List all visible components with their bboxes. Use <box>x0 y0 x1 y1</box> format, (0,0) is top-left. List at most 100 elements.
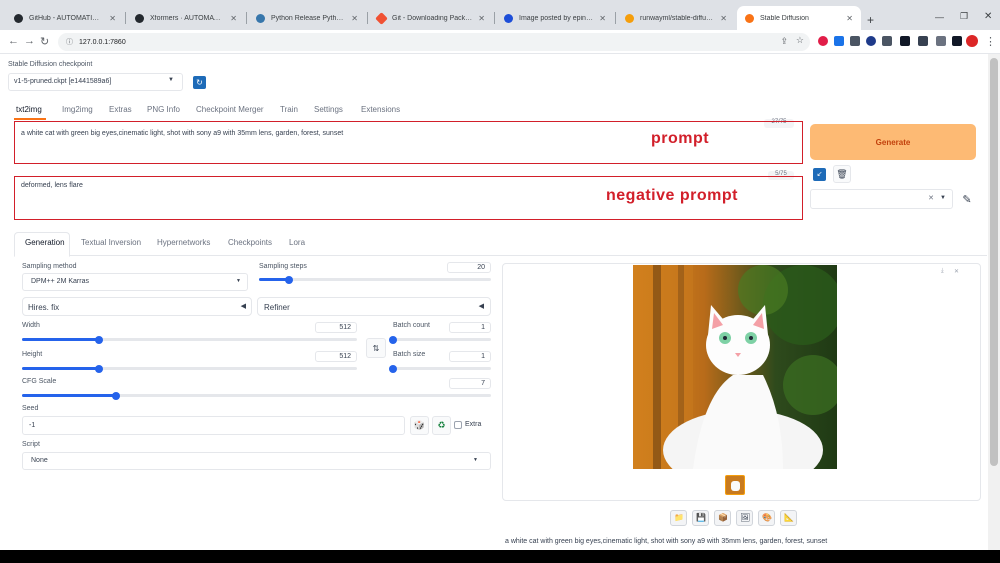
gallery-thumbnail[interactable] <box>725 475 745 495</box>
close-gallery-icon[interactable]: ✕ <box>954 268 959 275</box>
batch-count-input[interactable]: 1 <box>449 322 491 333</box>
sampling-method-select[interactable]: DPM++ 2M Karras ▼ <box>22 273 248 291</box>
cfg-scale-fill <box>22 394 116 397</box>
swap-dimensions-icon[interactable]: ⇅ <box>366 338 386 358</box>
close-icon[interactable]: ✕ <box>230 14 237 23</box>
browser-tab[interactable]: Xformers · AUTOMATIC1111/sta ✕ <box>127 6 245 30</box>
tab-train[interactable]: Train <box>280 105 298 114</box>
browser-tab[interactable]: runwayml/stable-diffusion-v1-5 ✕ <box>617 6 735 30</box>
generate-button[interactable]: Generate <box>810 124 976 160</box>
tab-textual-inversion[interactable]: Textual Inversion <box>81 238 141 247</box>
trash-icon[interactable]: 🗑 <box>833 165 851 183</box>
tab-txt2img[interactable]: txt2img <box>16 105 42 114</box>
batch-count-label: Batch count <box>393 322 430 329</box>
address-bar-row: ← → ↻ ⓘ 127.0.0.1:7860 ⇪ ☆ ⋮ <box>0 30 1000 54</box>
maximize-icon[interactable]: ❐ <box>960 11 968 22</box>
cfg-scale-knob[interactable] <box>111 391 120 400</box>
open-folder-icon[interactable]: 📁 <box>670 510 687 526</box>
tab-generation[interactable]: Generation <box>25 238 65 247</box>
new-tab-icon[interactable]: + <box>867 13 874 27</box>
send-to-extras-icon[interactable]: 📐 <box>780 510 797 526</box>
hires-fix-accordion[interactable]: Hires. fix ◀ <box>22 297 252 316</box>
back-icon[interactable]: ← <box>8 35 19 47</box>
cfg-scale-label: CFG Scale <box>22 378 57 385</box>
download-icon[interactable]: ⤓ <box>941 268 944 275</box>
browser-tab-bar: GitHub - AUTOMATIC1111/stable ✕ Xformers… <box>0 0 1000 30</box>
save-icon[interactable]: 💾 <box>692 510 709 526</box>
height-knob[interactable] <box>95 364 104 373</box>
close-icon[interactable]: ✕ <box>720 14 727 23</box>
close-icon[interactable]: ✕ <box>351 14 358 23</box>
sampling-steps-input[interactable]: 20 <box>447 262 491 273</box>
styles-select[interactable]: ✕ ▼ <box>810 189 953 209</box>
browser-tab[interactable]: Python Release Python 3.10.6 | ✕ <box>248 6 366 30</box>
batch-count-slider[interactable] <box>393 338 491 341</box>
width-input[interactable]: 512 <box>315 322 357 333</box>
extension-icon[interactable] <box>936 36 946 46</box>
paste-params-icon[interactable]: ↙ <box>813 168 826 181</box>
batch-size-knob[interactable] <box>389 364 397 373</box>
sampling-steps-slider[interactable] <box>259 278 491 281</box>
batch-count-knob[interactable] <box>389 335 397 344</box>
browser-tab[interactable]: Image posted by epinikion ✕ <box>496 6 614 30</box>
profile-avatar[interactable] <box>966 35 978 47</box>
height-input[interactable]: 512 <box>315 351 357 362</box>
extension-icon[interactable] <box>850 36 860 46</box>
checkpoint-select[interactable]: v1-5-pruned.ckpt [e1441589a6] ▼ <box>8 73 183 91</box>
browser-tab[interactable]: GitHub - AUTOMATIC1111/stable ✕ <box>6 6 124 30</box>
close-icon[interactable]: ✕ <box>599 14 606 23</box>
close-icon[interactable]: ✕ <box>109 14 116 23</box>
scrollbar-thumb[interactable] <box>990 58 998 466</box>
extension-icon[interactable] <box>818 36 828 46</box>
seed-input[interactable]: -1 <box>22 416 405 435</box>
puzzle-icon[interactable] <box>918 36 928 46</box>
tab-title: Git - Downloading Package <box>392 14 473 22</box>
refiner-accordion[interactable]: Refiner ◀ <box>257 297 491 316</box>
clear-icon[interactable]: ✕ <box>928 194 934 202</box>
share-icon[interactable]: ⇪ <box>780 36 788 47</box>
dropdown-arrow-icon: ▼ <box>473 457 478 463</box>
batch-size-input[interactable]: 1 <box>449 351 491 362</box>
extension-icon[interactable] <box>882 36 892 46</box>
tab-img2img[interactable]: Img2img <box>62 105 93 114</box>
tab-checkpoint-merger[interactable]: Checkpoint Merger <box>196 105 264 114</box>
script-select[interactable]: None ▼ <box>22 452 491 470</box>
edit-styles-icon[interactable]: ✎ <box>958 190 976 208</box>
refresh-icon[interactable]: ↻ <box>193 76 206 89</box>
active-tab-underline <box>14 118 46 120</box>
extension-icon[interactable] <box>866 36 876 46</box>
bookmark-star-icon[interactable]: ☆ <box>796 35 804 46</box>
extra-checkbox[interactable] <box>454 421 462 429</box>
tab-hypernetworks[interactable]: Hypernetworks <box>157 238 210 247</box>
batch-size-slider[interactable] <box>393 367 491 370</box>
close-icon[interactable]: ✕ <box>478 14 485 23</box>
extension-icon[interactable] <box>900 36 910 46</box>
window-close-icon[interactable]: ✕ <box>984 11 992 22</box>
tab-lora[interactable]: Lora <box>289 238 305 247</box>
menu-kebab-icon[interactable]: ⋮ <box>985 35 996 48</box>
send-to-img2img-icon[interactable]: 🖼 <box>736 510 753 526</box>
random-dice-icon[interactable]: 🎲 <box>410 416 429 435</box>
url-text: 127.0.0.1:7860 <box>79 38 126 46</box>
tab-extensions[interactable]: Extensions <box>361 105 400 114</box>
tab-png-info[interactable]: PNG Info <box>147 105 180 114</box>
extension-icon[interactable] <box>834 36 844 46</box>
width-knob[interactable] <box>95 335 104 344</box>
browser-tab[interactable]: Git - Downloading Package ✕ <box>369 6 493 30</box>
tab-settings[interactable]: Settings <box>314 105 343 114</box>
send-to-inpaint-icon[interactable]: 🎨 <box>758 510 775 526</box>
tab-checkpoints[interactable]: Checkpoints <box>228 238 272 247</box>
cfg-scale-input[interactable]: 7 <box>449 378 491 389</box>
zip-icon[interactable]: 📦 <box>714 510 731 526</box>
recycle-seed-icon[interactable]: ♻ <box>432 416 451 435</box>
forward-icon[interactable]: → <box>24 35 35 47</box>
url-field[interactable]: ⓘ 127.0.0.1:7860 ⇪ ☆ <box>58 33 810 51</box>
browser-tab-active[interactable]: Stable Diffusion ✕ <box>737 6 861 30</box>
generated-image[interactable] <box>633 265 837 469</box>
tab-extras[interactable]: Extras <box>109 105 132 114</box>
close-icon[interactable]: ✕ <box>846 14 853 23</box>
minimize-icon[interactable]: — <box>935 12 944 22</box>
sampling-steps-knob[interactable] <box>285 275 294 284</box>
sidepanel-icon[interactable] <box>952 36 962 46</box>
reload-icon[interactable]: ↻ <box>40 35 49 48</box>
